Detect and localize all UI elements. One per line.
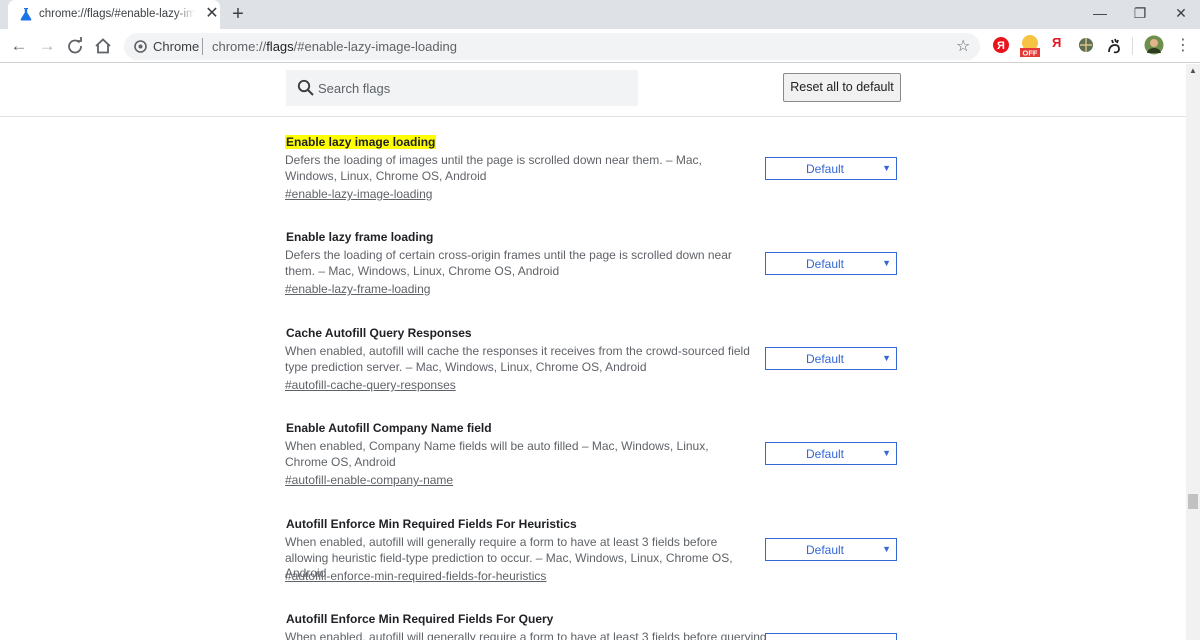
experiment-title: Cache Autofill Query Responses xyxy=(286,326,472,340)
select-value: Default xyxy=(805,447,845,461)
experiment-select[interactable] xyxy=(765,633,897,640)
back-icon[interactable]: ← xyxy=(8,35,30,57)
minimize-button[interactable]: — xyxy=(1088,3,1112,23)
experiment-permalink[interactable]: #enable-lazy-image-loading xyxy=(285,187,432,201)
experiment-permalink[interactable]: #enable-lazy-frame-loading xyxy=(285,282,430,296)
flask-icon xyxy=(20,8,32,21)
tab-close-icon[interactable]: ✕ xyxy=(204,6,220,22)
dropdown-arrow-icon: ▼ xyxy=(882,258,891,268)
omnibox-chip-label: Chrome xyxy=(153,39,200,54)
experiment-item: Autofill Enforce Min Required Fields For… xyxy=(285,612,905,640)
window-close-button[interactable]: ✕ xyxy=(1169,3,1193,23)
experiment-permalink[interactable]: #autofill-enable-company-name xyxy=(285,473,453,487)
select-value: Default xyxy=(805,543,845,557)
new-tab-button[interactable]: + xyxy=(228,4,248,24)
yandex-extension-icon[interactable]: Я xyxy=(992,36,1010,54)
experiment-description: Defers the loading of certain cross-orig… xyxy=(285,248,732,278)
toolbar: ← → Chrome chrome://flags/#enable-lazy-i… xyxy=(0,29,1200,63)
experiment-title: Enable Autofill Company Name field xyxy=(286,421,492,435)
url-host: flags xyxy=(266,39,294,54)
url-path: /#enable-lazy-image-loading xyxy=(293,39,457,54)
experiment-select[interactable]: Default ▼ xyxy=(765,347,897,370)
bookmark-star-icon[interactable]: ☆ xyxy=(956,36,970,56)
omnibox-url[interactable]: chrome://flags/#enable-lazy-image-loadin… xyxy=(212,39,457,54)
svg-text:Я: Я xyxy=(997,40,1005,52)
experiment-title: Autofill Enforce Min Required Fields For… xyxy=(286,517,577,531)
search-input[interactable] xyxy=(318,70,630,106)
profile-avatar[interactable] xyxy=(1144,35,1164,55)
experiment-select[interactable]: Default ▼ xyxy=(765,252,897,275)
experiment-description: Defers the loading of images until the p… xyxy=(285,153,702,183)
experiment-select[interactable]: Default ▼ xyxy=(765,538,897,561)
page-scrollbar[interactable] xyxy=(1186,64,1200,640)
omnibox-divider xyxy=(202,38,203,55)
forward-icon[interactable]: → xyxy=(36,35,58,57)
reload-icon[interactable] xyxy=(64,35,86,57)
search-box[interactable] xyxy=(286,70,638,106)
scroll-up-arrow-icon[interactable]: ▲ xyxy=(1186,64,1200,78)
select-value: Default xyxy=(805,257,845,271)
chrome-page-icon xyxy=(134,40,147,53)
scrollbar-thumb[interactable] xyxy=(1188,494,1198,509)
experiment-select[interactable]: Default ▼ xyxy=(765,442,897,465)
experiment-permalink[interactable]: #autofill-enforce-min-required-fields-fo… xyxy=(285,569,546,583)
experiment-description: When enabled, autofill will cache the re… xyxy=(285,344,750,374)
dropdown-arrow-icon: ▼ xyxy=(882,544,891,554)
browser-tab[interactable]: chrome://flags/#enable-lazy-image-loadin… xyxy=(8,0,220,29)
yandex-letter-extension-icon[interactable]: Я xyxy=(1052,35,1061,53)
dropdown-arrow-icon: ▼ xyxy=(882,353,891,363)
experiment-title: Autofill Enforce Min Required Fields For… xyxy=(286,612,554,626)
svg-text:OFF: OFF xyxy=(1023,49,1038,58)
experiment-select[interactable]: Default ▼ xyxy=(765,157,897,180)
reset-all-button[interactable]: Reset all to default xyxy=(783,73,901,102)
experiment-description: When enabled, Company Name fields will b… xyxy=(285,439,709,469)
search-icon xyxy=(297,79,314,96)
dropdown-arrow-icon: ▼ xyxy=(882,448,891,458)
url-scheme: chrome:// xyxy=(212,39,267,54)
globe-extension-icon[interactable] xyxy=(1078,37,1094,53)
coupon-extension-icon[interactable]: OFF xyxy=(1018,33,1042,59)
home-icon[interactable] xyxy=(92,35,114,57)
flags-header: Reset all to default xyxy=(0,64,1186,117)
tab-title: chrome://flags/#enable-lazy-image-loadin… xyxy=(39,8,195,20)
experiment-title: Enable lazy image loading xyxy=(285,135,437,149)
omnibox[interactable]: Chrome chrome://flags/#enable-lazy-image… xyxy=(124,33,980,60)
restore-button[interactable]: ❐ xyxy=(1128,3,1152,23)
gnome-extension-icon[interactable] xyxy=(1106,36,1122,54)
toolbar-divider xyxy=(1132,37,1133,55)
experiment-title: Enable lazy frame loading xyxy=(286,230,434,244)
menu-icon[interactable]: ⋮ xyxy=(1172,35,1194,57)
experiment-permalink[interactable]: #autofill-cache-query-responses xyxy=(285,378,456,392)
select-value: Default xyxy=(805,162,845,176)
dropdown-arrow-icon: ▼ xyxy=(882,163,891,173)
experiment-description: When enabled, autofill will generally re… xyxy=(285,630,767,640)
select-value: Default xyxy=(805,352,845,366)
tab-strip: chrome://flags/#enable-lazy-image-loadin… xyxy=(0,0,1200,29)
